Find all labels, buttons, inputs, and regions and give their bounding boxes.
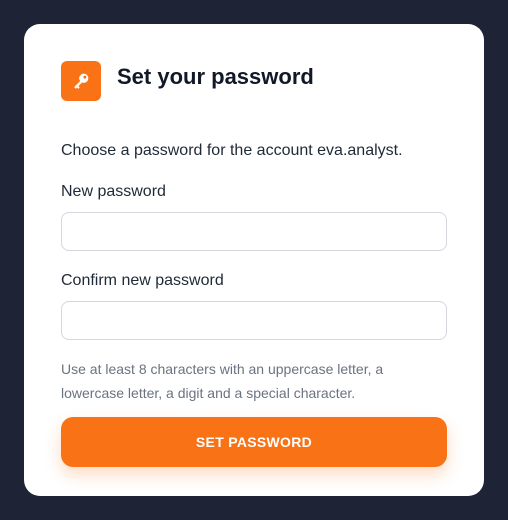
page-title: Set your password bbox=[117, 64, 314, 89]
intro-text: Choose a password for the account eva.an… bbox=[61, 142, 403, 159]
new-password-input[interactable] bbox=[61, 212, 447, 251]
confirm-password-input[interactable] bbox=[61, 301, 447, 340]
new-password-label: New password bbox=[61, 183, 166, 200]
password-card: Set your password Choose a password for … bbox=[24, 24, 484, 496]
set-password-button[interactable]: SET PASSWORD bbox=[61, 417, 447, 467]
confirm-password-label: Confirm new password bbox=[61, 272, 224, 289]
logo-badge bbox=[61, 61, 101, 101]
key-icon bbox=[74, 73, 89, 89]
card-header: Set your password bbox=[61, 61, 447, 101]
password-requirements-hint: Use at least 8 characters with an upperc… bbox=[61, 361, 384, 401]
